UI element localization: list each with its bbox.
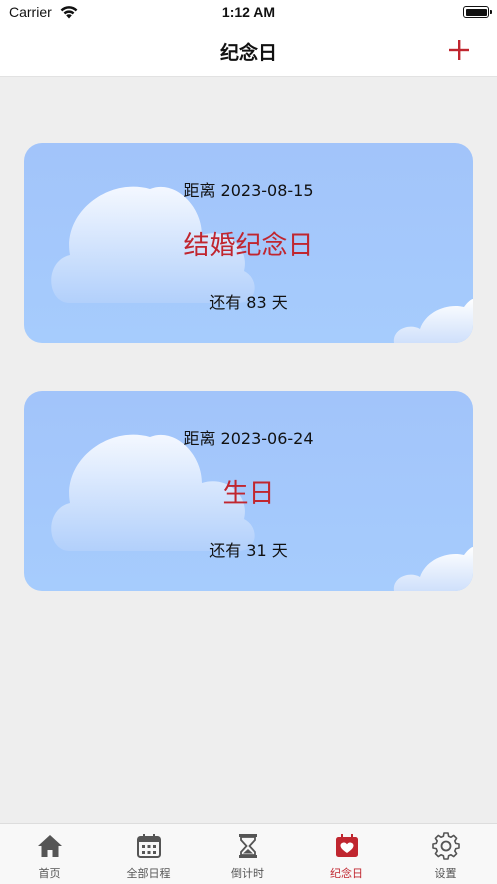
tab-anniversary[interactable]: 纪念日 (297, 824, 396, 884)
plus-icon[interactable] (447, 38, 471, 62)
tab-countdown[interactable]: 倒计时 (198, 824, 297, 884)
tab-settings[interactable]: 设置 (396, 824, 495, 884)
anniversary-title: 生日 (222, 479, 275, 509)
days-remaining: 还有 31 天 (209, 541, 288, 560)
target-date: 距离 2023-08-15 (183, 181, 314, 200)
anniversary-card[interactable]: 距离 2023-06-24 生日 还有 31 天 (24, 391, 473, 591)
tab-all-schedules[interactable]: 全部日程 (99, 824, 198, 884)
navigation-bar: 纪念日 (0, 26, 497, 77)
tab-label: 设置 (434, 867, 457, 880)
calendar-icon (137, 834, 161, 858)
anniversary-card[interactable]: 距离 2023-08-15 结婚纪念日 还有 83 天 (24, 143, 473, 343)
tab-label: 纪念日 (330, 867, 363, 880)
battery-icon (463, 6, 492, 18)
tab-label: 首页 (38, 867, 61, 880)
anniversary-title: 结婚纪念日 (183, 231, 314, 261)
anniversary-list: 距离 2023-08-15 结婚纪念日 还有 83 天 距离 2023-06-2… (0, 77, 497, 823)
home-icon (38, 835, 62, 857)
days-remaining: 还有 83 天 (209, 293, 288, 312)
tab-label: 全部日程 (126, 867, 171, 880)
tab-label: 倒计时 (231, 867, 264, 880)
page-title: 纪念日 (219, 42, 277, 64)
clock-label: 1:12 AM (221, 4, 276, 20)
tab-home[interactable]: 首页 (0, 824, 99, 884)
status-bar: Carrier 1:12 AM (0, 0, 497, 26)
calendar-heart-icon (336, 834, 358, 857)
gear-icon (432, 832, 460, 860)
target-date: 距离 2023-06-24 (183, 429, 314, 448)
tab-bar: 首页 全部日程 倒计时 纪念日 设置 (0, 823, 497, 884)
hourglass-icon (239, 834, 257, 858)
